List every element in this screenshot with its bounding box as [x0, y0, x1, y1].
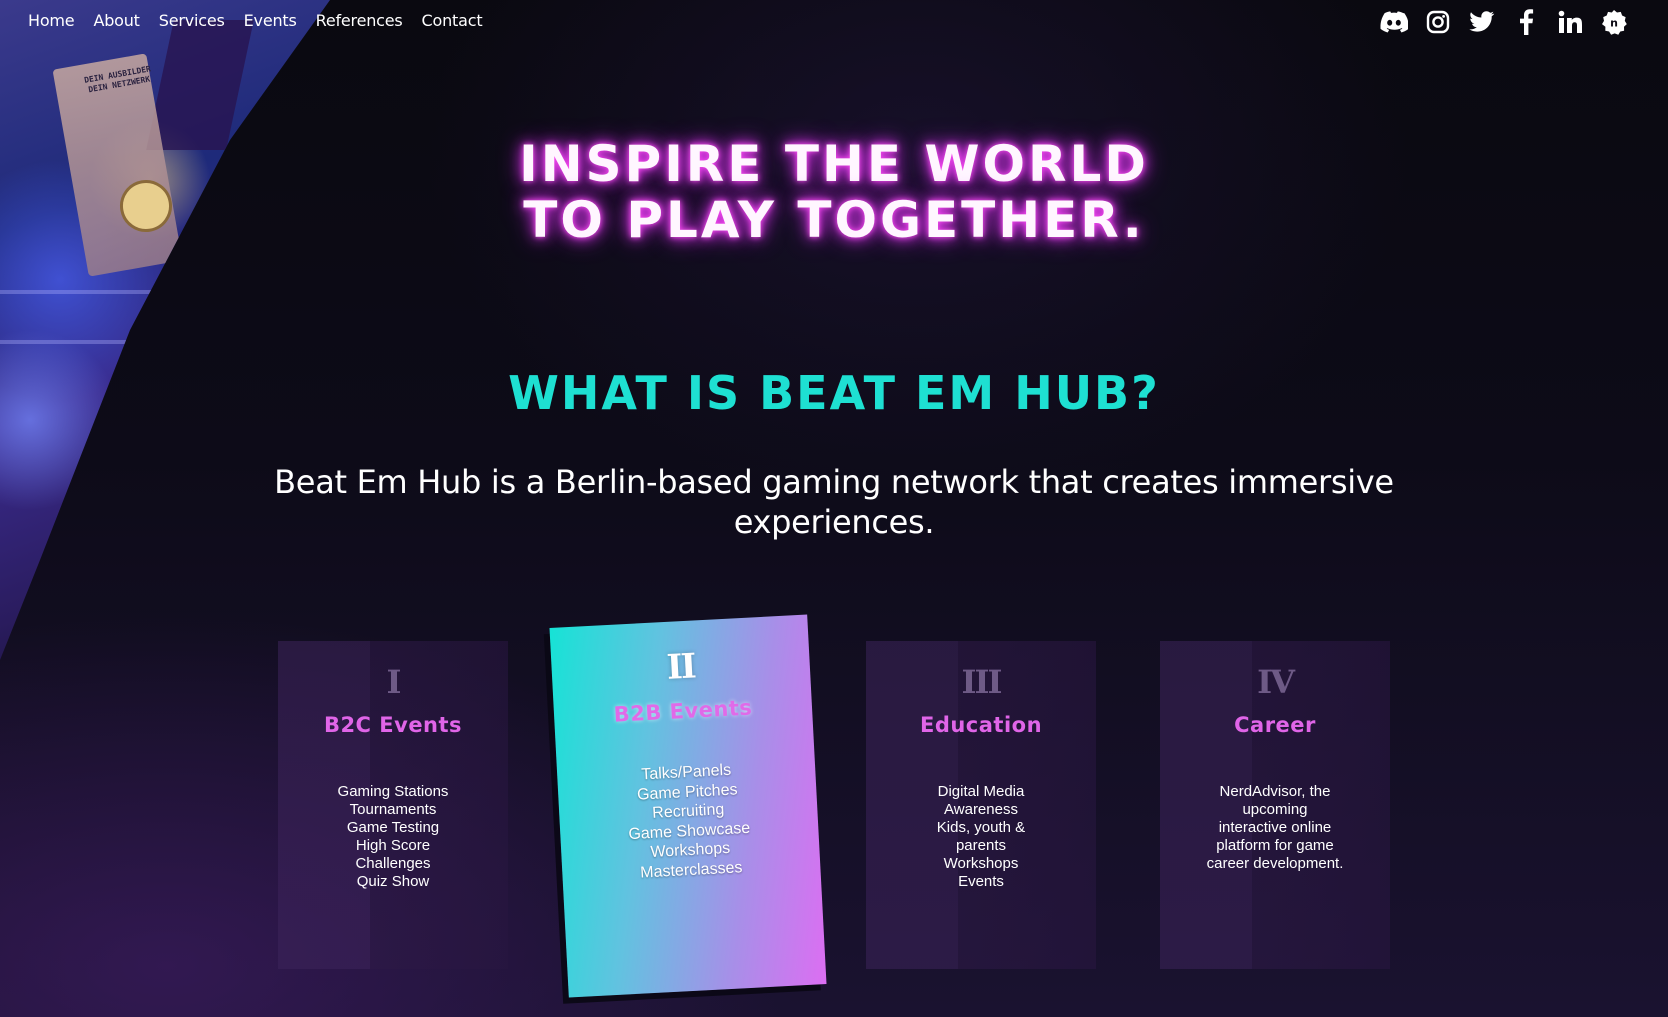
card-item: interactive online: [1218, 819, 1332, 836]
hero-tagline: INSPIRE THE WORLD TO PLAY TOGETHER.: [0, 136, 1668, 248]
card-item: Quiz Show: [356, 873, 430, 890]
card-number: I: [386, 663, 402, 701]
card-item: parents: [955, 837, 1007, 854]
card-number: IV: [1257, 663, 1295, 701]
card-item: Gaming Stations: [337, 783, 449, 800]
card-number: II: [665, 646, 696, 688]
nav-home[interactable]: Home: [28, 11, 75, 30]
hero-line-1: INSPIRE THE WORLD: [519, 135, 1149, 193]
nav-references[interactable]: References: [316, 11, 403, 30]
card-item: Kids, youth &: [936, 819, 1026, 836]
card-item: Game Testing: [346, 819, 440, 836]
svg-text:n: n: [1610, 17, 1618, 30]
main-nav: Home About Services Events References Co…: [28, 11, 501, 30]
service-card-b2b[interactable]: II B2B Events Talks/Panels Game Pitches …: [549, 614, 827, 998]
card-item: High Score: [355, 837, 431, 854]
card-items: Digital Media Awareness Kids, youth & pa…: [866, 783, 1096, 891]
card-item: Events: [958, 873, 1004, 890]
card-item: Digital Media: [937, 783, 1025, 800]
discord-icon[interactable]: [1380, 8, 1408, 36]
nav-services[interactable]: Services: [159, 11, 225, 30]
card-item: Tournaments: [349, 801, 437, 818]
card-item: platform for game: [1216, 837, 1334, 854]
card-item: Workshops: [943, 855, 1019, 872]
card-item: NerdAdvisor, the: [1219, 783, 1331, 800]
service-card-b2c[interactable]: I B2C Events Gaming Stations Tournaments…: [278, 641, 508, 969]
card-item: career development.: [1206, 855, 1344, 872]
card-item: Awareness: [944, 801, 1018, 818]
service-card-education[interactable]: III Education Digital Media Awareness Ki…: [866, 641, 1096, 969]
social-links: n: [1380, 8, 1628, 36]
section-description: Beat Em Hub is a Berlin-based gaming net…: [274, 463, 1394, 541]
service-card-career[interactable]: IV Career NerdAdvisor, the upcoming inte…: [1160, 641, 1390, 969]
hero-line-2: TO PLAY TOGETHER.: [523, 191, 1145, 249]
card-title: B2B Events: [613, 695, 753, 727]
card-items: Gaming Stations Tournaments Game Testing…: [278, 783, 508, 891]
facebook-icon[interactable]: [1512, 8, 1540, 36]
nav-about[interactable]: About: [93, 11, 140, 30]
nav-events[interactable]: Events: [244, 11, 297, 30]
card-item: upcoming: [1242, 801, 1308, 818]
instagram-icon[interactable]: [1424, 8, 1452, 36]
linkedin-icon[interactable]: [1556, 8, 1584, 36]
nav-contact[interactable]: Contact: [422, 11, 483, 30]
card-item: Challenges: [355, 855, 431, 872]
card-title: Education: [919, 713, 1043, 737]
card-title: B2C Events: [323, 713, 463, 737]
card-items: NerdAdvisor, the upcoming interactive on…: [1160, 783, 1390, 873]
twitter-icon[interactable]: [1468, 8, 1496, 36]
section-heading: WHAT IS BEAT EM HUB?: [508, 366, 1160, 420]
card-title: Career: [1234, 713, 1316, 737]
card-items: Talks/Panels Game Pitches Recruiting Gam…: [557, 756, 821, 886]
nerdadvisor-icon[interactable]: n: [1600, 8, 1628, 36]
card-number: III: [961, 663, 1003, 701]
